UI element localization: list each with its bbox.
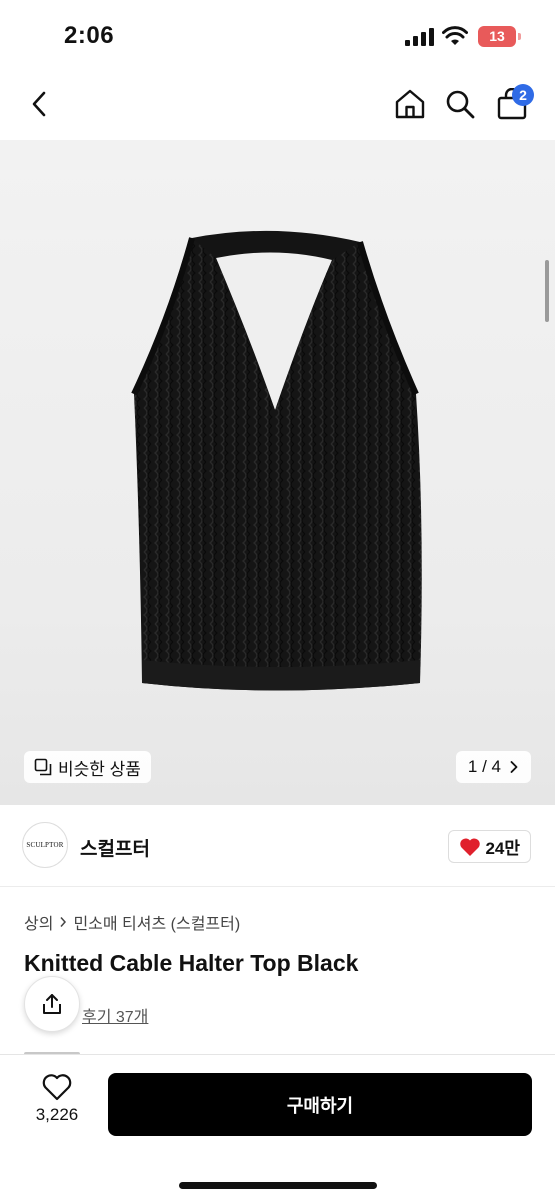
bottom-action-bar: 3,226 구매하기 <box>0 1054 555 1200</box>
status-bar: 2:06 13 <box>0 0 555 70</box>
similar-products-label: 비슷한 상품 <box>58 759 141 779</box>
chevron-left-icon <box>32 91 46 117</box>
home-button[interactable] <box>390 82 430 126</box>
brand-name[interactable]: 스컬프터 <box>80 834 150 861</box>
chevron-right-icon <box>60 917 67 927</box>
review-count-link[interactable]: 후기 37개 <box>82 1003 148 1027</box>
product-title: Knitted Cable Halter Top Black <box>24 950 359 976</box>
home-indicator <box>179 1182 377 1189</box>
back-button[interactable] <box>20 84 60 124</box>
brand-row: SCULPTOR 스컬프터 24만 <box>0 805 555 887</box>
battery-indicator: 13 <box>478 26 521 47</box>
product-image-halter-top <box>131 230 422 691</box>
brand-like-button[interactable]: 24만 <box>448 830 531 863</box>
cart-button[interactable]: 2 <box>492 82 534 126</box>
share-icon <box>43 994 61 1014</box>
image-page-indicator[interactable]: 1 / 4 <box>455 751 531 783</box>
brand-logo[interactable]: SCULPTOR <box>22 822 68 868</box>
product-image-gallery[interactable]: 비슷한 상품 1 / 4 <box>0 140 555 805</box>
wishlist-count: 3,226 <box>35 1105 79 1124</box>
share-button[interactable] <box>24 976 80 1032</box>
brand-logo-text: SCULPTOR <box>26 841 64 849</box>
buy-button[interactable]: 구매하기 <box>108 1073 532 1136</box>
chevron-right-icon <box>510 761 518 773</box>
wishlist-button[interactable]: 3,226 <box>24 1073 90 1125</box>
brand-like-count: 24만 <box>485 839 520 858</box>
cart-count-badge: 2 <box>512 84 534 106</box>
image-page-text: 1 / 4 <box>467 757 501 776</box>
breadcrumb-subcategory[interactable]: 민소매 티셔츠 (스컬프터) <box>73 910 240 934</box>
home-icon <box>395 89 425 119</box>
heart-filled-icon <box>460 837 481 856</box>
wifi-icon <box>442 26 468 45</box>
battery-level: 13 <box>489 28 505 44</box>
copy-icon <box>34 758 52 776</box>
heart-outline-icon <box>42 1074 72 1101</box>
cellular-signal-icon <box>405 28 434 46</box>
top-navigation: 2 <box>0 70 555 140</box>
search-button[interactable] <box>440 82 480 126</box>
status-time: 2:06 <box>64 22 115 49</box>
scroll-indicator <box>545 260 549 322</box>
search-icon <box>446 90 475 119</box>
similar-products-button[interactable]: 비슷한 상품 <box>24 751 151 783</box>
breadcrumb: 상의 민소매 티셔츠 (스컬프터) <box>24 910 240 934</box>
breadcrumb-category[interactable]: 상의 <box>24 910 53 934</box>
